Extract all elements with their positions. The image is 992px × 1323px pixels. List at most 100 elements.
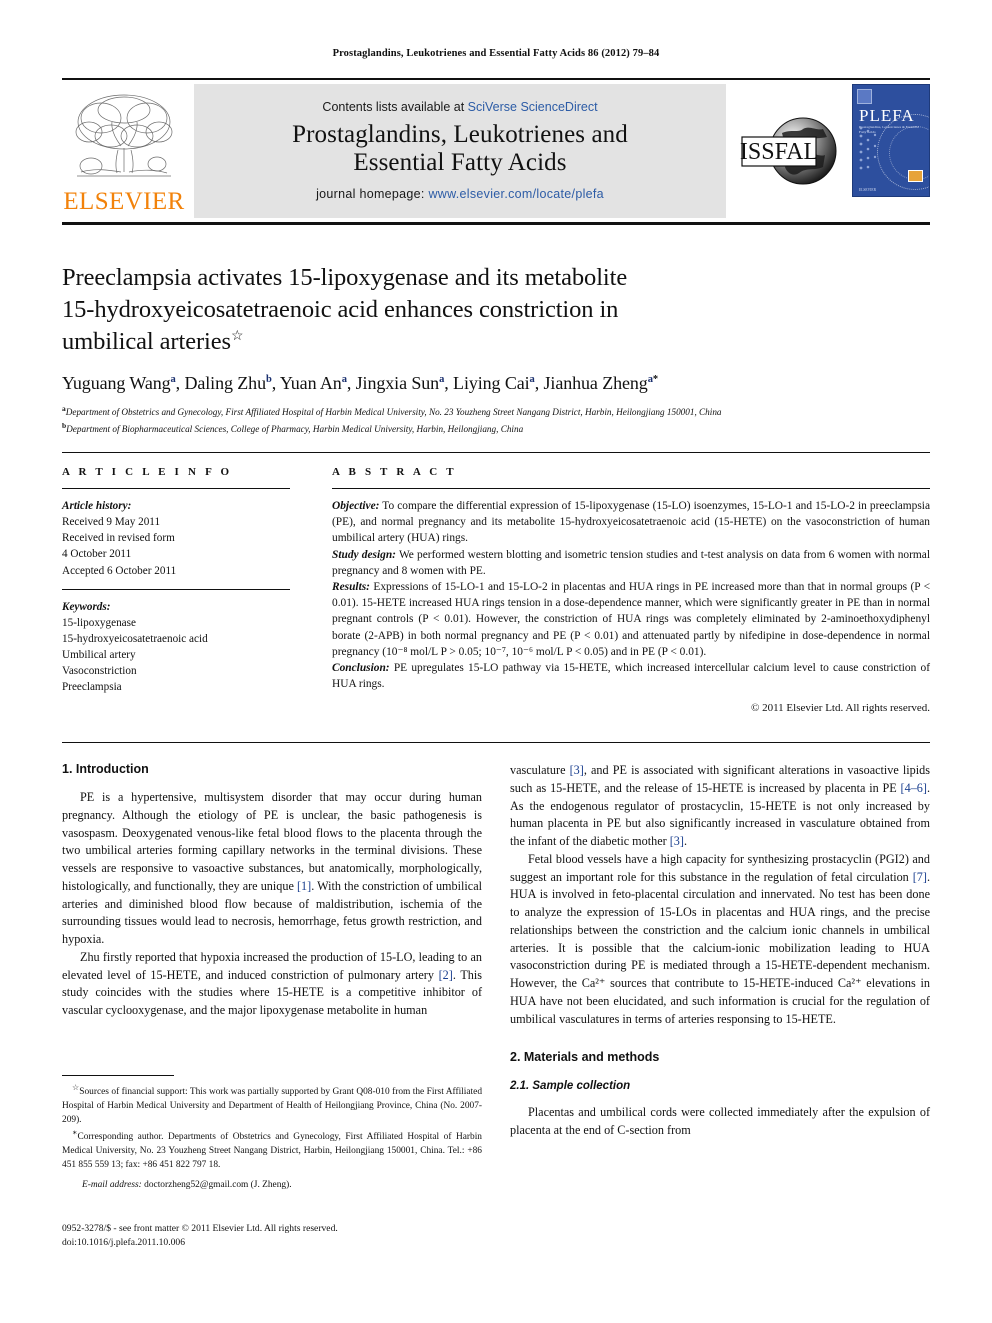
affiliation-text: Department of Biopharmaceutical Sciences… [66,423,524,434]
cover-footer: ELSEVIER [859,188,876,192]
abstract-section-label: Study design: [332,548,396,561]
email-footnote: E-mail address: doctorzheng52@gmail.com … [62,1180,482,1190]
affiliation-text: Department of Obstetrics and Gynecology,… [65,406,722,417]
imprint-line-1: 0952-3278/$ - see front matter © 2011 El… [62,1223,338,1234]
citation-ref[interactable]: [1] [297,879,311,893]
abstract-body: Objective: To compare the differential e… [332,498,930,717]
keyword-item: 15-lipoxygenase [62,616,136,629]
abstract-section-label: Objective: [332,500,380,512]
plefa-cover: PLEFA Prostaglandins, Leukotrienes & Ess… [852,84,930,197]
author-affil-mark: a [341,373,347,385]
author-affil-mark: b [265,373,272,385]
section-heading-introduction: 1. Introduction [62,762,149,776]
masthead-top-rule [62,78,930,80]
info-abstract-region: A R T I C L E I N F O Article history: R… [62,452,930,717]
journal-cover-thumbnail: PLEFA Prostaglandins, Leukotrienes & Ess… [846,84,930,218]
keyword-item: Vasoconstriction [62,665,137,678]
author-list: Yuguang Wanga, Daling Zhub, Yuan Ana, Ji… [62,372,659,393]
abstract-section-text: Expressions of 15-LO-1 and 15-LO-2 in pl… [332,580,930,658]
funding-footnote-text: Sources of financial support: This work … [62,1087,483,1125]
abstract-section-text: To compare the differential expression o… [332,500,930,545]
email-value[interactable]: doctorzheng52@gmail.com (J. Zheng). [142,1180,291,1190]
affiliation-item: bDepartment of Biopharmaceutical Science… [62,420,930,437]
corresponding-author-marker[interactable]: * [653,374,658,385]
article-history: Article history: Received 9 May 2011 Rec… [62,498,312,579]
funding-footnote: ☆Sources of financial support: This work… [62,1082,482,1127]
citation-ref[interactable]: [3] [670,834,684,848]
corresponding-footnote-text: Corresponding author. Departments of Obs… [62,1132,482,1170]
cover-society-badge [857,89,872,104]
article-info-heading: A R T I C L E I N F O [62,466,233,478]
affiliation-item: aDepartment of Obstetrics and Gynecology… [62,403,930,420]
email-label: E-mail address: [82,1179,142,1190]
imprint-line-2[interactable]: doi:10.1016/j.plefa.2011.10.006 [62,1236,492,1250]
contents-available-line: Contents lists available at SciVerse Sci… [322,100,597,114]
paragraph-text: Zhu firstly reported that hypoxia increa… [62,949,483,1017]
article-history-label: Article history: [62,500,132,512]
keyword-item: Preeclampsia [62,681,122,694]
author-item: Jingxia Suna [356,373,445,393]
citation-ref[interactable]: [7] [913,870,927,884]
affiliation-list: aDepartment of Obstetrics and Gynecology… [62,403,930,437]
journal-title-line-1: Prostaglandins, Leukotrienes and [292,120,628,148]
homepage-prefix: journal homepage: [316,186,429,201]
journal-homepage-line: journal homepage: www.elsevier.com/locat… [316,187,604,201]
citation-ref[interactable]: [2] [439,968,453,982]
journal-title-line-2: Essential Fatty Acids [353,149,567,176]
page-title: Preeclampsia activates 15-lipoxygenase a… [62,262,930,358]
abstract-section-text: We performed western blotting and isomet… [332,548,930,577]
author-affil-mark: a [439,373,445,385]
title-line-2: 15-hydroxyeicosatetraenoic acid enhances… [62,295,619,323]
author-name: Jingxia Sun [355,372,440,393]
abstract-section: Results: Expressions of 15-LO-1 and 15-L… [332,579,930,660]
keywords-label: Keywords: [62,600,111,613]
history-item: Received in revised form [62,532,175,545]
title-line-3: umbilical arteries [62,327,231,355]
body-right-column: vasculature [3], and PE is associated wi… [510,762,930,1140]
abstract-section: Conclusion: PE upregulates 15-LO pathway… [332,660,930,692]
section-heading-materials-and-methods: 2. Materials and methods [510,1050,660,1065]
abstract-copyright: © 2011 Elsevier Ltd. All rights reserved… [750,702,930,715]
keyword-item: Umbilical artery [62,649,136,661]
abstract-column: A B S T R A C T Objective: To compare th… [312,452,930,717]
abstract-bottom-rule [62,742,930,743]
elsevier-tree-icon [75,94,173,177]
history-item: 4 October 2011 [62,548,132,561]
paragraph-text: vasculature [3], and PE is associated wi… [510,763,930,848]
keywords-block: Keywords: 15-lipoxygenase 15-hydroxyeico… [62,599,312,696]
paragraph-text: Placentas and umbilical cords were colle… [510,1105,930,1137]
citation-ref[interactable]: [4–6] [901,781,927,795]
author-name: Yuguang Wang [62,372,171,393]
running-head: Prostaglandins, Leukotrienes and Essenti… [332,48,660,59]
abstract-section-label: Conclusion: [332,661,390,674]
homepage-url-link[interactable]: www.elsevier.com/locate/plefa [428,187,603,201]
subsection-heading-sample-collection: 2.1. Sample collection [510,1080,631,1093]
author-item: Jianhua Zhenga* [543,372,659,393]
title-footnote-marker[interactable]: ☆ [231,329,244,344]
paper-page: Prostaglandins, Leukotrienes and Essenti… [0,0,992,1323]
paragraph: vasculature [3], and PE is associated wi… [510,762,930,851]
citation-ref[interactable]: [3] [570,763,584,777]
sciencedirect-link[interactable]: SciVerse ScienceDirect [468,100,598,114]
author-affil-mark: a [170,373,176,385]
author-name: Yuan An [279,372,342,393]
abstract-rule [332,488,930,489]
author-name: Liying Cai [453,372,530,393]
author-item: Liying Caia [453,373,535,393]
author-item: Yuguang Wanga [62,373,176,393]
paragraph: Fetal blood vessels have a high capacity… [510,851,930,1029]
footnotes-block: ☆Sources of financial support: This work… [62,1075,482,1190]
author-name: Jianhua Zheng [543,372,648,393]
paragraph: Zhu firstly reported that hypoxia increa… [62,949,482,1020]
contents-prefix: Contents lists available at [322,99,468,114]
abstract-section: Objective: To compare the differential e… [332,498,930,547]
cover-publisher-mark [908,170,923,182]
abstract-section: Study design: We performed western blott… [332,547,930,579]
journal-masthead: ELSEVIER Contents lists available at Sci… [62,78,930,218]
article-info-column: A R T I C L E I N F O Article history: R… [62,452,312,717]
history-item: Accepted 6 October 2011 [62,564,177,577]
abstract-section-label: Results: [332,580,370,593]
paragraph-text: PE is a hypertensive, multisystem disord… [62,790,482,946]
paragraph-text: Fetal blood vessels have a high capacity… [510,851,930,1026]
masthead-bottom-rule [62,222,930,225]
